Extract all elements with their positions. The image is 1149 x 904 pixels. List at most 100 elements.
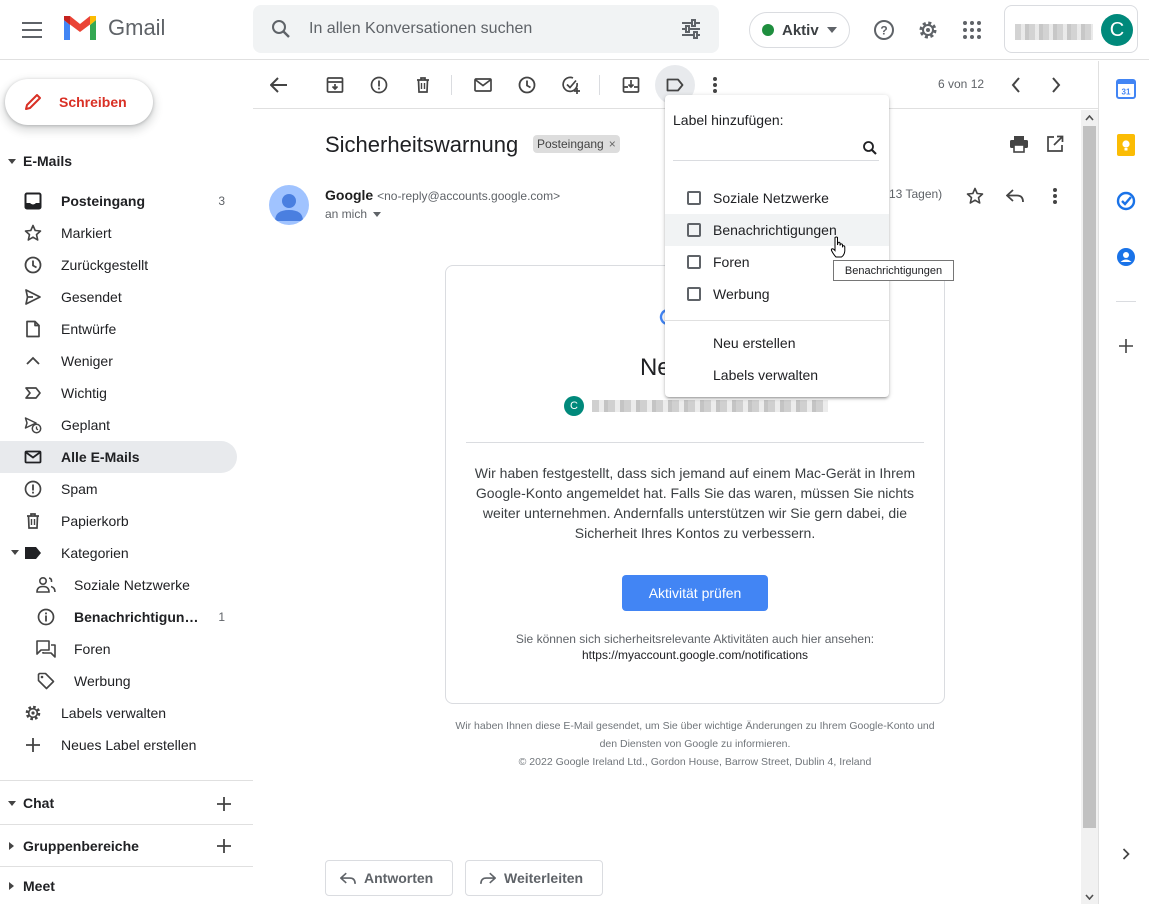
sidebar-item-promotions[interactable]: Werbung	[0, 665, 237, 697]
gmail-logo[interactable]: Gmail	[62, 14, 165, 42]
reply-footer-button[interactable]: Antworten	[325, 860, 453, 896]
chevron-right-icon[interactable]	[1115, 843, 1137, 865]
divider	[466, 442, 924, 443]
section-emails[interactable]: E-Mails	[0, 149, 72, 173]
snooze-button[interactable]	[507, 65, 547, 105]
sender-name: Google	[325, 187, 374, 203]
sidebar-item-spam[interactable]: Spam	[0, 473, 237, 505]
scrollbar-thumb[interactable]	[1083, 126, 1096, 828]
scroll-up-icon[interactable]	[1084, 112, 1095, 123]
notifications-link[interactable]: https://myaccount.google.com/notificatio…	[466, 647, 924, 663]
account-avatar[interactable]: C	[1101, 14, 1133, 46]
sidebar-item-label: Alle E-Mails	[61, 449, 140, 465]
sidebar-item-new-label[interactable]: Neues Label erstellen	[0, 729, 237, 761]
section-chat[interactable]: Chat	[0, 791, 54, 815]
section-spaces-label: Gruppenbereiche	[23, 838, 139, 854]
back-button[interactable]	[259, 65, 299, 105]
section-meet[interactable]: Meet	[0, 874, 55, 898]
new-chat-button[interactable]	[214, 794, 234, 814]
search-input[interactable]	[309, 17, 669, 41]
search-icon[interactable]	[269, 17, 293, 41]
sidebar-item-inbox[interactable]: Posteingang 3	[0, 185, 237, 217]
checkbox[interactable]	[687, 255, 701, 269]
archive-icon	[326, 77, 344, 93]
footer-text: Sie können sich sicherheitsrelevante Akt…	[515, 632, 875, 646]
sidebar-item-label: Papierkorb	[61, 513, 129, 529]
sidebar-item-notifications[interactable]: Benachrichtigungen 1	[0, 601, 237, 633]
print-button[interactable]	[1007, 132, 1031, 156]
sidebar-item-all-mail[interactable]: Alle E-Mails	[0, 441, 237, 473]
calendar-icon[interactable]: 31	[1115, 78, 1137, 100]
label-option[interactable]: Soziale Netzwerke	[665, 182, 889, 214]
keep-icon[interactable]	[1115, 134, 1137, 156]
manage-labels-item[interactable]: Labels verwalten	[713, 367, 818, 383]
sidebar-item-important[interactable]: Wichtig	[0, 377, 237, 409]
check-activity-button[interactable]: Aktivität prüfen	[622, 575, 768, 611]
sidebar-item-label: Zurückgestellt	[61, 257, 149, 273]
sidebar-item-forums[interactable]: Foren	[0, 633, 237, 665]
mark-unread-button[interactable]	[463, 65, 503, 105]
move-to-button[interactable]	[611, 65, 651, 105]
sidebar-item-less[interactable]: Weniger	[0, 345, 237, 377]
inbox-icon	[23, 191, 43, 211]
recipient-label: an mich	[325, 207, 368, 221]
gmail-m-icon	[64, 16, 96, 40]
checkbox[interactable]	[687, 287, 701, 301]
reply-icon	[1006, 189, 1024, 203]
checkbox[interactable]	[687, 223, 701, 237]
create-label-item[interactable]: Neu erstellen	[713, 335, 796, 351]
add-task-button[interactable]	[551, 65, 591, 105]
new-space-button[interactable]	[214, 836, 234, 856]
forum-icon	[36, 639, 56, 659]
label-search-input[interactable]	[673, 135, 843, 159]
sender-avatar[interactable]	[269, 185, 309, 225]
compose-button[interactable]: Schreiben	[5, 79, 153, 125]
add-addon-icon[interactable]	[1115, 335, 1137, 357]
contacts-icon[interactable]	[1115, 246, 1137, 268]
message-more-button[interactable]	[1043, 184, 1067, 208]
spam-icon	[23, 479, 43, 499]
settings-button[interactable]	[908, 10, 948, 50]
label-chip[interactable]: Posteingang ×	[533, 135, 620, 153]
scroll-down-icon[interactable]	[1084, 891, 1095, 902]
chevron-up-icon	[23, 351, 43, 371]
status-button[interactable]: Aktiv	[749, 12, 850, 48]
archive-button[interactable]	[315, 65, 355, 105]
sidebar-item-scheduled[interactable]: Geplant	[0, 409, 237, 441]
star-button[interactable]	[963, 184, 987, 208]
sidebar-item-social[interactable]: Soziale Netzwerke	[0, 569, 237, 601]
sidebar-item-manage-labels[interactable]: Labels verwalten	[0, 697, 237, 729]
sidebar-item-label: Soziale Netzwerke	[74, 577, 190, 593]
remove-label-icon[interactable]: ×	[609, 137, 616, 151]
newer-button[interactable]	[996, 65, 1036, 105]
sidebar-item-trash[interactable]: Papierkorb	[0, 505, 237, 537]
reply-button[interactable]	[1003, 184, 1027, 208]
label-menu-title: Label hinzufügen:	[673, 112, 784, 128]
section-spaces[interactable]: Gruppenbereiche	[0, 834, 139, 858]
label-option[interactable]: Werbung	[665, 278, 889, 310]
tasks-icon[interactable]	[1115, 190, 1137, 212]
help-button[interactable]: ?	[864, 10, 904, 50]
scrollbar[interactable]	[1081, 110, 1098, 904]
reply-label: Antworten	[364, 870, 434, 886]
forward-footer-button[interactable]: Weiterleiten	[465, 860, 603, 896]
recipient-toggle[interactable]: an mich	[325, 207, 382, 221]
pagination-text: 6 von 12	[938, 77, 985, 91]
sidebar-item-categories[interactable]: Kategorien	[0, 537, 237, 569]
sidebar-item-snoozed[interactable]: Zurückgestellt	[0, 249, 237, 281]
checkbox[interactable]	[687, 191, 701, 205]
delete-button[interactable]	[403, 65, 443, 105]
sidebar-item-starred[interactable]: Markiert	[0, 217, 237, 249]
sidebar-item-drafts[interactable]: Entwürfe	[0, 313, 237, 345]
message-subject: Sicherheitswarnung	[325, 132, 519, 157]
account-switcher[interactable]: C	[1004, 5, 1138, 53]
search-options-icon[interactable]	[679, 17, 703, 41]
sidebar-item-sent[interactable]: Gesendet	[0, 281, 237, 313]
divider	[1116, 301, 1136, 302]
open-new-window-button[interactable]	[1043, 132, 1067, 156]
apps-button[interactable]	[952, 10, 992, 50]
main-menu-button[interactable]	[12, 9, 54, 51]
report-spam-button[interactable]	[359, 65, 399, 105]
older-button[interactable]	[1036, 65, 1076, 105]
label-option[interactable]: Benachrichtigungen	[665, 214, 889, 246]
